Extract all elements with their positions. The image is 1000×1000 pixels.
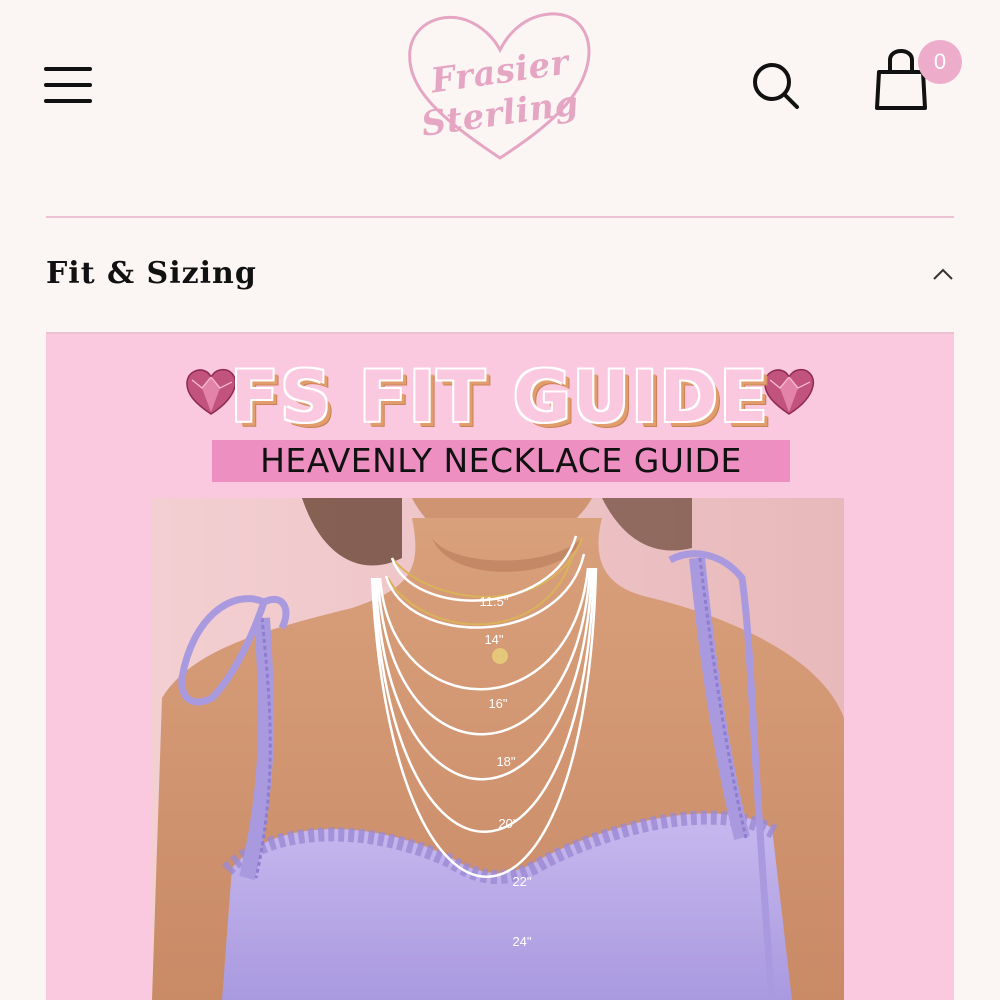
necklace-model-photo: 11.5" 14" 16" 18" 20" 22" 24" [152, 498, 844, 1000]
site-header: Frasier Sterling 0 [0, 0, 1000, 180]
brand-logo[interactable]: Frasier Sterling [400, 8, 600, 168]
fit-guide-image: FS FIT GUIDE HEAVENLY NECKLACE GUIDE 11.… [46, 334, 954, 1000]
accordion-title: Fit & Sizing [46, 256, 257, 291]
hamburger-menu-icon[interactable] [40, 62, 96, 108]
cart-count-badge: 0 [918, 40, 962, 84]
length-label-22: 22" [512, 874, 531, 889]
search-icon[interactable] [748, 58, 804, 114]
length-label-16: 16" [488, 696, 507, 711]
cart-button[interactable]: 0 [870, 40, 970, 120]
length-label-18: 18" [496, 754, 515, 769]
length-label-14: 14" [484, 632, 503, 647]
chevron-up-icon [933, 268, 953, 280]
subtitle-banner: HEAVENLY NECKLACE GUIDE [212, 440, 790, 482]
fit-guide-subtitle: HEAVENLY NECKLACE GUIDE [260, 441, 742, 480]
length-label-11-5: 11.5" [480, 594, 509, 609]
length-label-24: 24" [512, 934, 531, 949]
fit-sizing-accordion-header[interactable]: Fit & Sizing [46, 218, 954, 332]
length-label-20: 20" [498, 816, 517, 831]
fit-guide-title: FS FIT GUIDE [230, 356, 770, 438]
